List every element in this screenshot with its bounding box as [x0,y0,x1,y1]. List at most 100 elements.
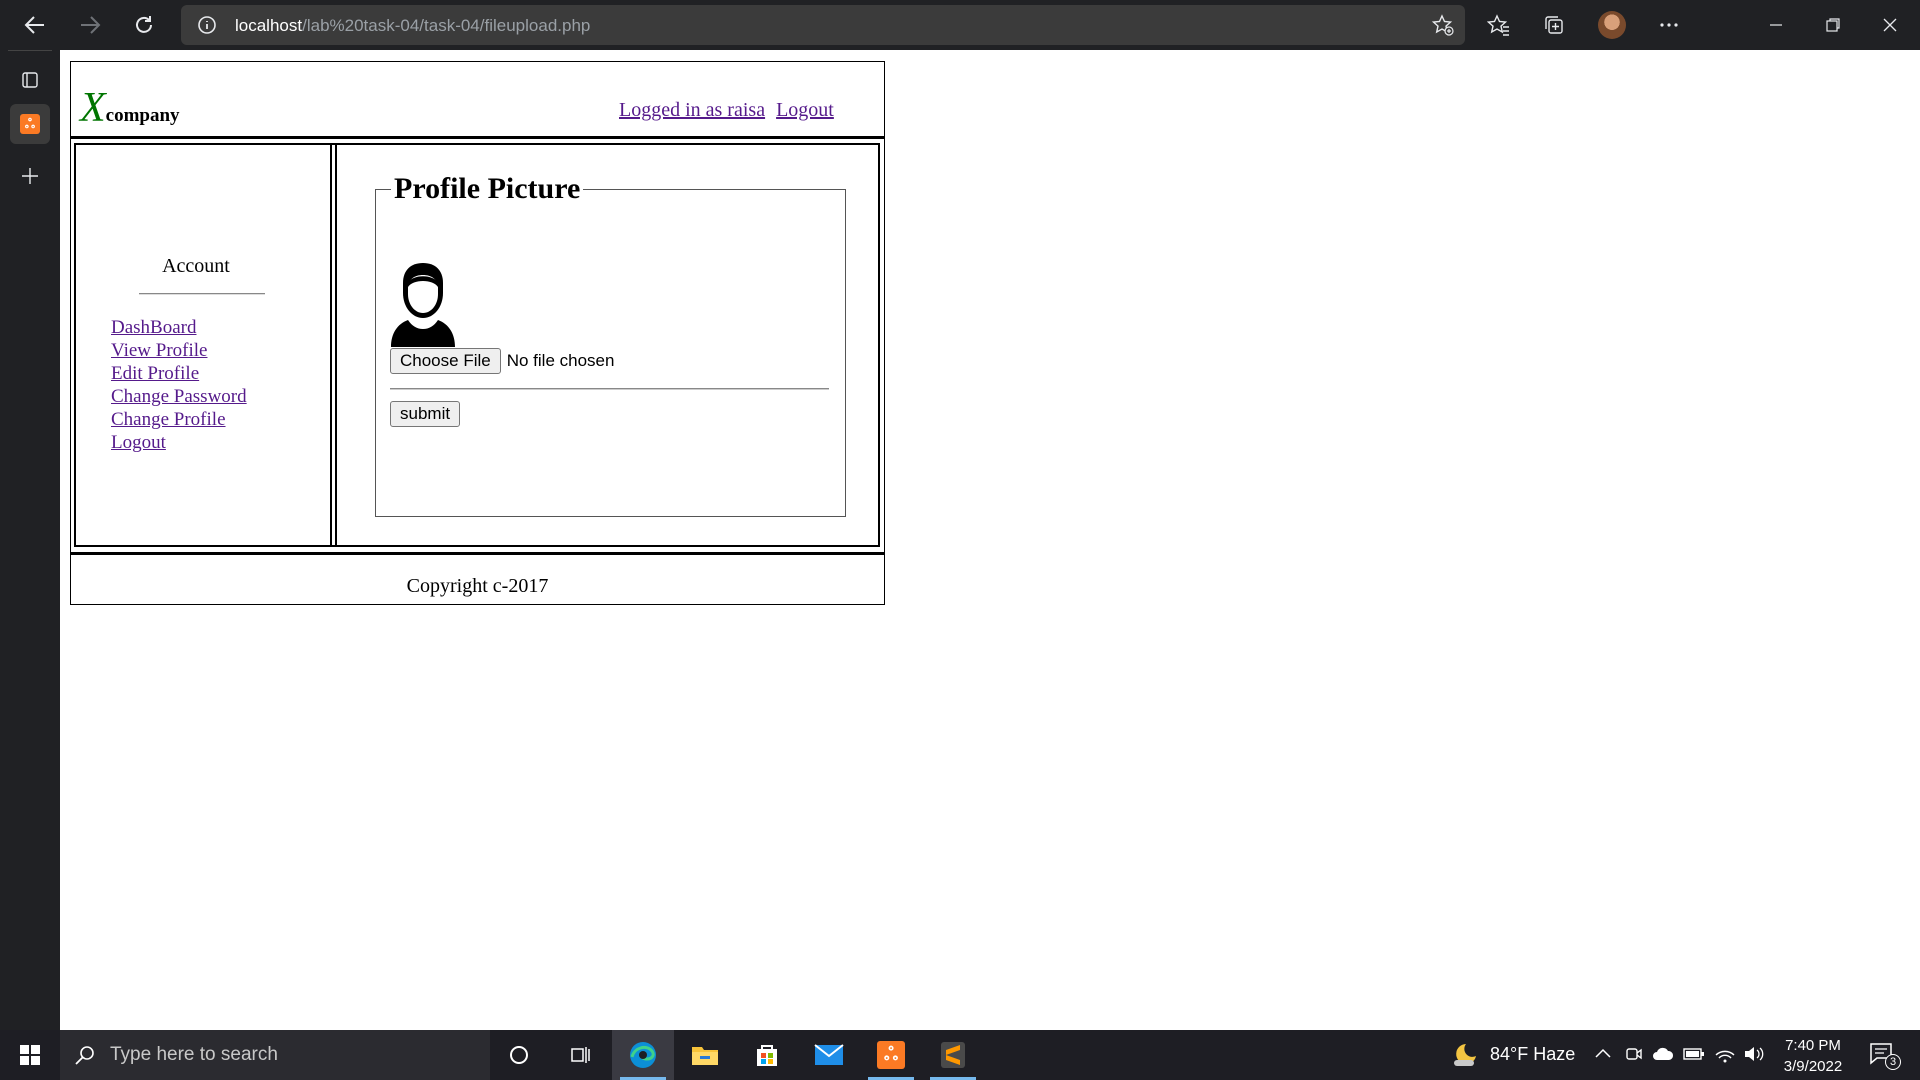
sidebar-item-edit-profile[interactable]: Edit Profile [111,363,199,384]
logo-word: company [105,105,180,126]
close-icon [1883,18,1897,32]
taskbar-store[interactable] [736,1030,798,1080]
header-logout-link[interactable]: Logout [776,99,834,121]
minimize-button[interactable] [1756,9,1796,41]
cortana-icon [510,1046,528,1064]
favorites-button[interactable] [1483,9,1515,41]
profile-picture-fieldset: Profile Picture Choose File No file chose… [375,172,846,517]
minimize-icon [1770,24,1782,26]
file-explorer-icon [692,1047,718,1065]
taskbar-clock[interactable]: 7:40 PM 3/9/2022 [1768,1035,1858,1077]
copyright-text: Copyright c-2017 [406,575,549,597]
tab-xampp[interactable]: ஃ [10,104,50,144]
collections-button[interactable] [1538,9,1570,41]
notification-center-button[interactable]: 3 [1868,1040,1901,1071]
sidebar-title: Account [162,255,230,277]
file-input: Choose File No file chosen [390,348,614,374]
tab-strip-divider [8,50,52,51]
sidebar-divider [139,293,265,295]
url-path: /lab%20task-04/task-04/fileupload.php [302,16,591,35]
onedrive-icon[interactable] [1652,1045,1674,1063]
header-links: Logged in as raisa Logout [619,99,845,122]
sidebar-item-logout[interactable]: Logout [111,432,166,453]
task-view-icon [571,1047,590,1063]
choose-file-button[interactable]: Choose File [390,348,501,374]
edge-icon [630,1042,656,1068]
taskbar-file-explorer[interactable] [674,1030,736,1080]
info-icon[interactable] [197,15,217,35]
taskbar-sublime[interactable] [922,1030,984,1080]
address-bar[interactable]: localhost/lab%20task-04/task-04/fileuplo… [181,5,1465,45]
weather-moon-icon [1454,1044,1476,1066]
cortana-button[interactable] [488,1030,550,1080]
sidebar-item-change-password[interactable]: Change Password [111,386,247,407]
task-view-button[interactable] [550,1030,612,1080]
more-button[interactable] [1653,9,1685,41]
windows-taskbar: Type here to search ஃ 84°F Haze 7:40 PM … [0,1030,1920,1080]
account-sidebar: Account DashBoard View Profile Edit Prof… [76,145,332,545]
clock-date: 3/9/2022 [1783,1058,1843,1075]
add-favorite-icon[interactable] [1431,13,1455,37]
collections-icon [1545,16,1563,34]
user-silhouette-icon [391,263,455,347]
start-button[interactable] [0,1030,60,1080]
fieldset-legend: Profile Picture [394,172,581,205]
volume-icon[interactable] [1743,1045,1765,1063]
page-header: Xcompany Logged in as raisa Logout [71,62,884,139]
taskbar-edge[interactable] [612,1030,674,1080]
url-text[interactable]: localhost/lab%20task-04/task-04/fileuplo… [235,16,590,36]
weather-text[interactable]: 84°F Haze [1490,1044,1575,1065]
url-host: localhost [235,16,303,35]
web-page: Xcompany Logged in as raisa Logout Accoun… [60,50,1920,1030]
forward-icon [81,16,101,34]
notification-count: 3 [1885,1054,1901,1070]
mail-icon [814,1044,844,1065]
tab-actions-icon [22,72,38,88]
xampp-icon: ஃ [877,1041,905,1069]
store-icon [757,1045,777,1066]
submit-row: submit [390,401,461,427]
refresh-icon [136,16,152,33]
refresh-button[interactable] [128,9,160,41]
page-footer: Copyright c-2017 [71,552,884,604]
logo-letter: X [80,85,106,131]
search-placeholder: Type here to search [110,1044,278,1065]
meet-now-icon[interactable] [1625,1045,1643,1063]
browser-toolbar: localhost/lab%20task-04/task-04/fileuplo… [0,0,1920,50]
close-button[interactable] [1870,9,1910,41]
sublime-icon [941,1042,965,1068]
wifi-icon[interactable] [1714,1045,1736,1063]
layout-table: Xcompany Logged in as raisa Logout Accoun… [70,61,885,605]
clock-time: 7:40 PM [1785,1037,1841,1054]
tab-actions-button[interactable] [10,60,50,100]
taskbar-search[interactable]: Type here to search [60,1030,490,1080]
profile-avatar[interactable] [1598,11,1626,39]
search-icon [75,1046,94,1065]
more-icon [1660,23,1678,27]
form-divider [390,388,829,390]
logged-in-link[interactable]: Logged in as raisa [619,99,765,121]
new-tab-button[interactable] [10,156,50,196]
restore-button[interactable] [1813,9,1853,41]
site-logo: Xcompany [80,84,180,132]
new-tab-icon [22,168,38,184]
vertical-tab-strip: ஃ [0,50,60,1030]
main-content: Profile Picture Choose File No file chose… [335,145,878,545]
submit-button[interactable]: submit [390,401,461,427]
forward-button[interactable] [74,9,106,41]
taskbar-mail[interactable] [798,1030,860,1080]
sidebar-item-dashboard[interactable]: DashBoard [111,317,196,338]
sidebar-item-change-profile[interactable]: Change Profile [111,409,226,430]
taskbar-xampp[interactable]: ஃ [860,1030,922,1080]
sidebar-menu: DashBoard View Profile Edit Profile Chan… [111,316,247,454]
windows-icon [20,1045,40,1065]
back-button[interactable] [19,9,51,41]
body-row: Account DashBoard View Profile Edit Prof… [74,143,880,547]
chevron-up-icon[interactable] [1594,1045,1612,1063]
xampp-icon: ஃ [20,114,40,134]
sidebar-item-view-profile[interactable]: View Profile [111,340,207,361]
restore-icon [1826,18,1840,32]
favorites-icon [1487,14,1509,36]
battery-icon[interactable] [1683,1045,1705,1063]
file-status: No file chosen [506,351,615,370]
